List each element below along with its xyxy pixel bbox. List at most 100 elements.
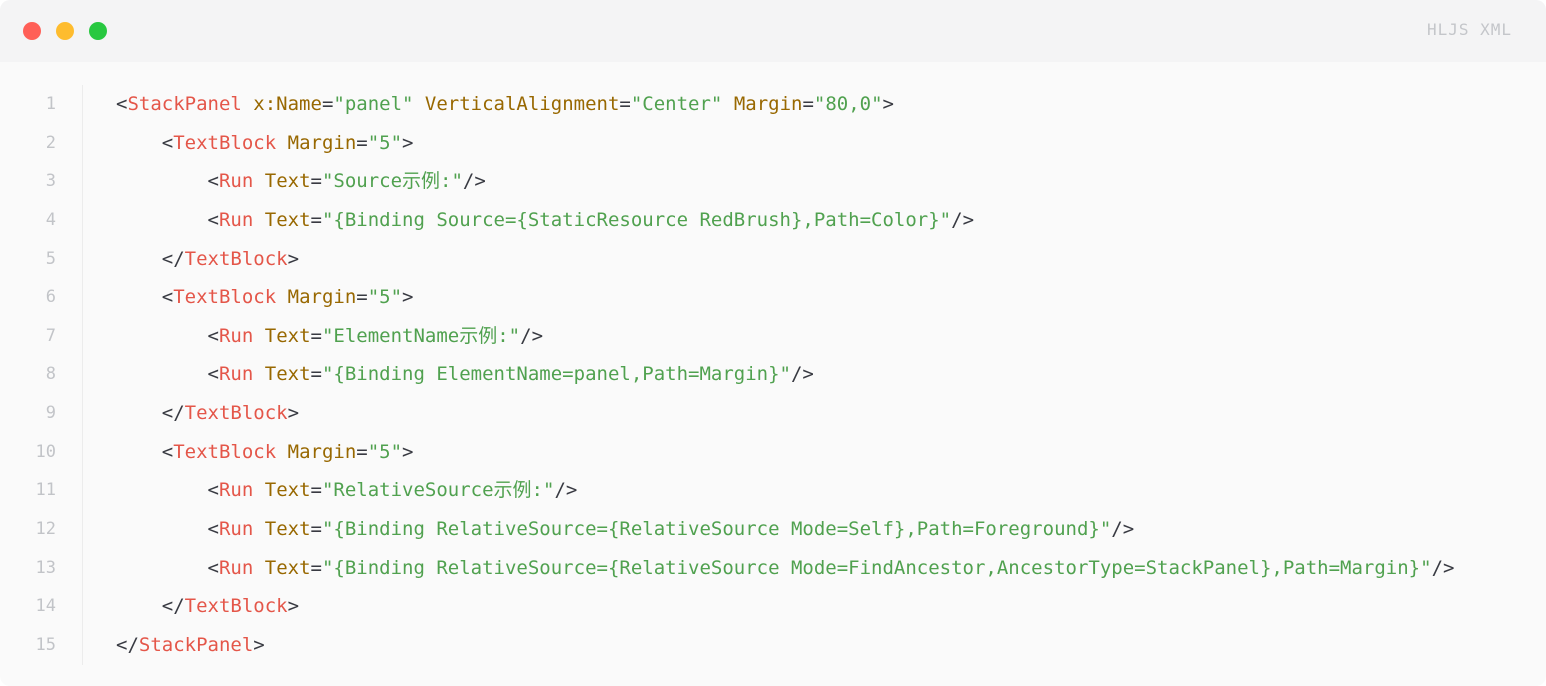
token-tag: TextBlock bbox=[184, 402, 288, 425]
line-number: 9 bbox=[45, 403, 56, 424]
token-attr: Text bbox=[264, 556, 311, 579]
code-line: 12 <Run Text="{Binding RelativeSource={R… bbox=[0, 510, 1546, 549]
token-str: "5" bbox=[367, 131, 403, 154]
token-punc: </ bbox=[161, 595, 185, 618]
token-punc bbox=[722, 93, 733, 115]
token-punc bbox=[253, 209, 264, 231]
token-str: "Source示例:" bbox=[321, 170, 463, 193]
code-text: <Run Text="Source示例:"/> bbox=[116, 162, 486, 201]
token-punc: /> bbox=[951, 208, 975, 231]
token-punc: < bbox=[207, 556, 219, 579]
code-line: 1 <StackPanel x:Name="panel" VerticalAlig… bbox=[0, 85, 1546, 124]
line-number: 14 bbox=[35, 596, 56, 617]
token-tag: Run bbox=[218, 479, 254, 502]
token-tag: Run bbox=[218, 324, 254, 347]
code-line: 8 <Run Text="{Binding ElementName=panel,… bbox=[0, 355, 1546, 394]
token-punc bbox=[253, 518, 264, 540]
code-text: <StackPanel x:Name="panel" VerticalAlign… bbox=[116, 85, 894, 124]
token-attr: Margin bbox=[287, 131, 357, 154]
token-str: "RelativeSource示例:" bbox=[321, 479, 555, 502]
code-line: 11 <Run Text="RelativeSource示例:"/> bbox=[0, 471, 1546, 510]
token-punc: < bbox=[207, 324, 219, 347]
code-line: 6 <TextBlock Margin="5"> bbox=[0, 278, 1546, 317]
code-line: 2 <TextBlock Margin="5"> bbox=[0, 124, 1546, 163]
token-punc: </ bbox=[161, 402, 185, 425]
line-number: 11 bbox=[35, 480, 56, 501]
token-punc: = bbox=[310, 170, 322, 193]
code-text: </TextBlock> bbox=[116, 587, 299, 626]
token-attr: VerticalAlignment bbox=[424, 93, 620, 115]
token-attr: Text bbox=[264, 170, 311, 193]
token-punc: /> bbox=[1111, 518, 1135, 541]
line-number: 12 bbox=[35, 519, 56, 540]
token-punc: < bbox=[207, 479, 219, 502]
line-number: 7 bbox=[45, 325, 56, 346]
token-attr: Text bbox=[264, 479, 311, 502]
token-punc: = bbox=[321, 93, 334, 115]
token-str: "{Binding RelativeSource={RelativeSource… bbox=[321, 518, 1112, 541]
code-text: <Run Text="{Binding RelativeSource={Rela… bbox=[116, 510, 1135, 549]
token-punc bbox=[253, 170, 264, 192]
token-punc: > bbox=[402, 131, 414, 154]
code-text: <Run Text="ElementName示例:"/> bbox=[116, 317, 544, 356]
code-line: 10 <TextBlock Margin="5"> bbox=[0, 433, 1546, 472]
line-number: 4 bbox=[45, 209, 56, 230]
token-punc bbox=[253, 363, 264, 385]
token-punc: = bbox=[356, 286, 368, 309]
token-attr: Text bbox=[264, 324, 311, 347]
token-punc: < bbox=[161, 440, 174, 463]
code-text: <TextBlock Margin="5"> bbox=[116, 278, 414, 317]
token-str: "{Binding RelativeSource={RelativeSource… bbox=[321, 556, 1432, 579]
token-punc: = bbox=[310, 208, 322, 231]
token-punc: = bbox=[356, 131, 368, 154]
close-dot-icon[interactable] bbox=[23, 22, 41, 40]
token-attr: Margin bbox=[287, 440, 357, 463]
code-line: 3 <Run Text="Source示例:"/> bbox=[0, 162, 1546, 201]
token-punc: = bbox=[802, 93, 814, 115]
token-punc: /> bbox=[520, 324, 544, 347]
code-text: <Run Text="RelativeSource示例:"/> bbox=[116, 471, 578, 510]
token-tag: Run bbox=[218, 518, 254, 541]
token-attr: Margin bbox=[287, 286, 357, 309]
token-str: "ElementName示例:" bbox=[321, 324, 521, 347]
token-punc: /> bbox=[462, 170, 486, 193]
line-number: 15 bbox=[35, 634, 56, 655]
code-text: </StackPanel> bbox=[116, 626, 265, 665]
token-attr: Margin bbox=[733, 93, 803, 115]
code-text: </TextBlock> bbox=[116, 394, 299, 433]
minimize-dot-icon[interactable] bbox=[56, 22, 74, 40]
line-number: 3 bbox=[45, 171, 56, 192]
title-bar: HLJS XML bbox=[0, 0, 1546, 62]
maximize-dot-icon[interactable] bbox=[89, 22, 107, 40]
token-str: "Center" bbox=[630, 93, 723, 115]
token-punc: < bbox=[161, 131, 174, 154]
code-text: </TextBlock> bbox=[116, 240, 299, 279]
code-block[interactable]: 1 <StackPanel x:Name="panel" VerticalAlig… bbox=[0, 85, 1546, 665]
token-tag: Run bbox=[218, 363, 254, 386]
line-number: 13 bbox=[35, 557, 56, 578]
token-tag: Run bbox=[218, 556, 254, 579]
token-punc: > bbox=[402, 440, 414, 463]
token-punc bbox=[276, 286, 287, 308]
code-text: <TextBlock Margin="5"> bbox=[116, 433, 414, 472]
token-tag: TextBlock bbox=[173, 286, 277, 309]
token-punc bbox=[253, 325, 264, 347]
line-number: 8 bbox=[45, 364, 56, 385]
token-tag: TextBlock bbox=[173, 131, 277, 154]
token-tag: TextBlock bbox=[173, 440, 277, 463]
token-punc: = bbox=[310, 518, 322, 541]
code-line: 7 <Run Text="ElementName示例:"/> bbox=[0, 317, 1546, 356]
code-line: 9 </TextBlock> bbox=[0, 394, 1546, 433]
code-window: HLJS XML 1 <StackPanel x:Name="panel" Ver… bbox=[0, 0, 1546, 686]
token-punc: < bbox=[207, 518, 219, 541]
line-number: 6 bbox=[45, 287, 56, 308]
